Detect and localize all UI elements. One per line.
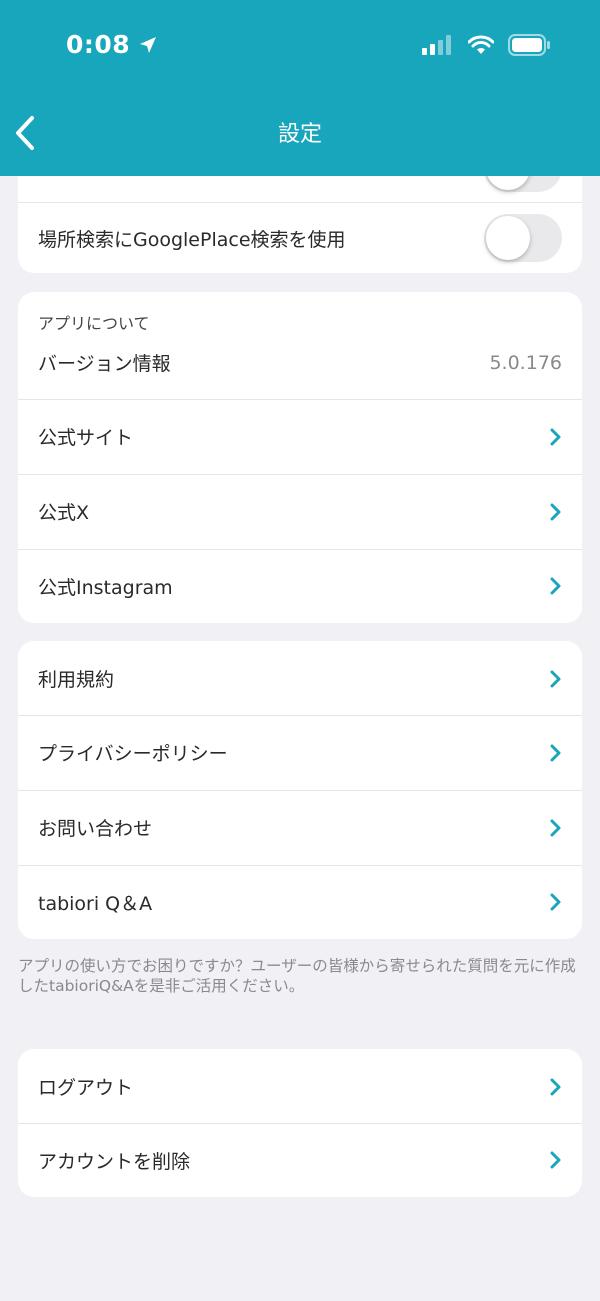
terms-row[interactable]: 利用規約 (18, 641, 582, 716)
version-row: バージョン情報 5.0.176 (18, 326, 582, 399)
version-value: 5.0.176 (489, 351, 562, 374)
google-place-label: 場所検索にGooglePlace検索を使用 (38, 228, 346, 251)
chevron-right-icon (550, 893, 561, 911)
chevron-right-icon (550, 670, 561, 687)
delete-account-label: アカウントを削除 (38, 1150, 191, 1173)
about-card: アプリについて バージョン情報 5.0.176 公式サイト 公式X 公式Inst… (18, 292, 582, 623)
official-x-label: 公式X (38, 502, 90, 524)
location-arrow-icon (140, 36, 157, 53)
contact-label: お問い合わせ (38, 818, 153, 840)
contact-row[interactable]: お問い合わせ (18, 790, 582, 865)
status-time-text: 0:08 (66, 30, 131, 59)
privacy-row[interactable]: プライバシーポリシー (18, 715, 582, 790)
google-place-row[interactable]: 場所検索にGooglePlace検索を使用 (18, 203, 582, 273)
official-site-label: 公式サイト (38, 427, 134, 449)
chevron-right-icon (550, 577, 561, 595)
status-indicators (422, 34, 550, 56)
support-card: 利用規約 プライバシーポリシー お問い合わせ tabiori Q＆A (18, 641, 582, 939)
qa-footnote: アプリの使い方でお困りですか？ユーザーの皆様から寄せられた質問を元に作成したta… (18, 957, 576, 995)
official-site-row[interactable]: 公式サイト (18, 399, 582, 474)
chevron-right-icon (550, 503, 561, 520)
wifi-icon (468, 35, 494, 54)
version-label: バージョン情報 (38, 353, 171, 375)
logout-row[interactable]: ログアウト (18, 1049, 582, 1124)
page-title: 設定 (277, 122, 322, 147)
chevron-right-icon (550, 428, 561, 445)
official-x-row[interactable]: 公式X (18, 474, 582, 549)
logout-label: ログアウト (38, 1077, 134, 1099)
chevron-right-icon (550, 744, 561, 761)
google-place-toggle[interactable] (484, 214, 562, 262)
qa-row[interactable]: tabiori Q＆A (18, 865, 582, 939)
privacy-label: プライバシーポリシー (38, 743, 228, 765)
delete-account-row[interactable]: アカウントを削除 (18, 1123, 582, 1197)
chevron-right-icon (550, 819, 561, 836)
battery-icon (508, 34, 550, 56)
terms-label: 利用規約 (38, 669, 115, 691)
chevron-right-icon (550, 1078, 561, 1095)
toggle-knob (486, 216, 530, 260)
official-instagram-label: 公式Instagram (38, 576, 173, 599)
top-bar: 0:08 設定 (0, 0, 600, 176)
cellular-signal-icon (422, 35, 451, 55)
status-time: 0:08 (66, 30, 158, 59)
official-instagram-row[interactable]: 公式Instagram (18, 549, 582, 623)
chevron-right-icon (550, 1151, 561, 1169)
account-card: ログアウト アカウントを削除 (18, 1049, 582, 1197)
qa-label: tabiori Q＆A (38, 892, 153, 915)
